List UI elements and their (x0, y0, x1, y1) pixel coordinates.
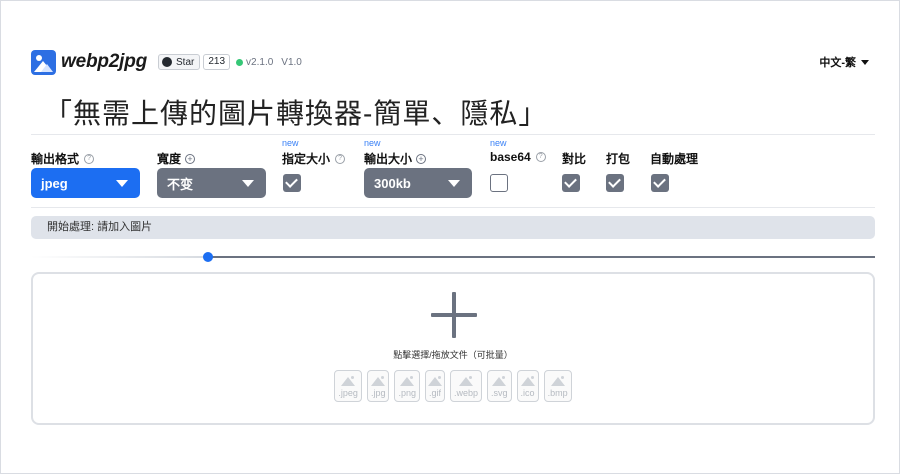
auto-process-checkbox[interactable] (651, 174, 669, 192)
dropzone-text: 點擊選擇/拖放文件（可批量） (393, 350, 513, 360)
output-size-value: 300kb (374, 175, 411, 191)
specify-size-checkbox[interactable] (283, 174, 301, 192)
compare-slider[interactable] (31, 252, 875, 262)
format-select[interactable]: jpeg (31, 168, 140, 198)
output-size-select[interactable]: 300kb (364, 168, 472, 198)
file-format-icon: .png (394, 370, 420, 402)
help-icon[interactable]: ? (335, 153, 346, 164)
option-base64: new base64? (490, 138, 546, 164)
option-format: 輸出格式? (31, 138, 95, 167)
compare-label: 對比 (562, 152, 587, 166)
chevron-down-icon (861, 59, 869, 65)
help-icon[interactable]: ? (535, 152, 546, 162)
format-value: jpeg (41, 175, 68, 191)
option-width: 寬度 + (157, 138, 196, 167)
compare-checkbox[interactable] (562, 174, 580, 192)
slider-track-right (209, 256, 875, 258)
new-badge: new (282, 138, 299, 148)
language-label: 中文-繁 (819, 57, 856, 69)
option-compare: 對比 (562, 138, 586, 167)
header: webp2jpg Star 213 v2.1.0 V1.0 中文-繁 (31, 47, 869, 77)
pack-checkbox[interactable] (606, 174, 624, 192)
auto-process-label: 自動處理 (650, 152, 699, 166)
file-format-icon: .jpg (366, 370, 390, 402)
format-icons: .jpeg .jpg .png .gif .webp .svg .ico .bm… (33, 370, 873, 402)
app-name: webp2jpg (61, 51, 148, 72)
file-format-icon: .bmp (543, 370, 572, 402)
file-format-icon: .jpeg (334, 370, 362, 402)
file-format-icon: .svg (487, 370, 512, 402)
option-specify-size: new 指定大小? (282, 138, 346, 167)
plus-circle-icon[interactable]: + (416, 153, 427, 164)
version-secondary-link[interactable]: V1.0 (281, 57, 302, 68)
new-badge: new (490, 138, 507, 148)
status-dot-icon (236, 58, 244, 66)
pack-label: 打包 (606, 152, 631, 166)
help-icon[interactable]: ? (84, 153, 95, 164)
divider (31, 207, 875, 208)
github-icon (162, 57, 173, 67)
slider-handle[interactable] (203, 252, 213, 262)
github-star-button[interactable]: Star (158, 54, 201, 70)
plus-circle-icon[interactable]: + (185, 153, 196, 164)
width-value: 不变 (167, 176, 194, 192)
plus-icon[interactable] (431, 292, 477, 338)
chevron-down-icon (242, 180, 254, 187)
option-pack: 打包 (606, 138, 630, 167)
version-link[interactable]: v2.1.0 (246, 57, 273, 68)
github-star-count[interactable]: 213 (203, 54, 231, 70)
language-selector[interactable]: 中文-繁 (819, 54, 869, 70)
base64-checkbox[interactable] (490, 174, 508, 192)
file-format-icon: .webp (450, 370, 483, 402)
slider-track-left (31, 256, 209, 258)
output-size-label: 輸出大小 (364, 152, 413, 166)
format-label: 輸出格式 (31, 152, 80, 166)
divider (31, 134, 875, 135)
new-badge: new (364, 138, 381, 148)
page-title: 「無需上傳的圖片轉換器-簡單、隱私」 (44, 98, 548, 129)
dropzone[interactable]: 點擊選擇/拖放文件（可批量） .jpeg .jpg .png .gif .web… (31, 272, 875, 425)
base64-label: base64 (490, 150, 531, 164)
file-format-icon: .ico (516, 370, 539, 402)
option-output-size: new 輸出大小 + (364, 138, 427, 167)
status-bar: 開始處理: 請加入圖片 (31, 216, 875, 239)
width-label: 寬度 (157, 152, 182, 166)
file-format-icon: .gif (424, 370, 445, 402)
logo-icon (31, 49, 56, 75)
chevron-down-icon (448, 180, 460, 187)
width-select[interactable]: 不变 (157, 168, 266, 198)
chevron-down-icon (116, 180, 128, 187)
github-star-label: Star (176, 56, 195, 68)
specify-size-label: 指定大小 (282, 152, 331, 166)
option-auto-process: 自動處理 (650, 138, 698, 167)
